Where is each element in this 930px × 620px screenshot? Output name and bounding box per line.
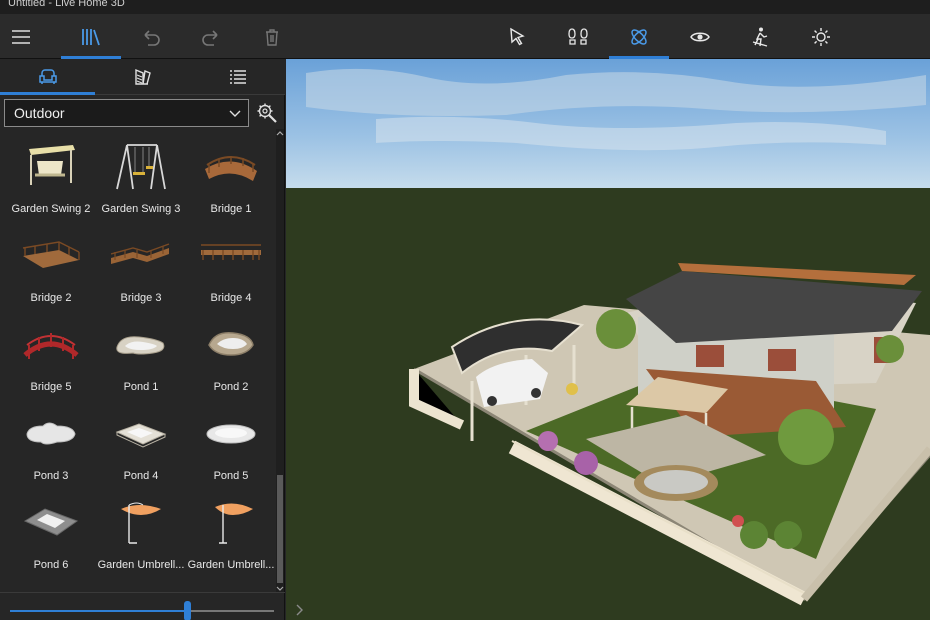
main-toolbar bbox=[0, 14, 930, 59]
list-icon bbox=[229, 70, 246, 84]
stroll-button[interactable] bbox=[730, 14, 790, 59]
library-item[interactable]: Pond 1 bbox=[96, 313, 186, 402]
library-item[interactable]: Bridge 5 bbox=[6, 313, 96, 402]
orbit-icon bbox=[631, 28, 647, 45]
library-button[interactable] bbox=[61, 14, 121, 59]
library-item[interactable]: Pond 5 bbox=[186, 402, 276, 491]
cursor-icon bbox=[510, 27, 525, 45]
palette-icon bbox=[134, 68, 151, 85]
panel-tabs bbox=[0, 59, 285, 95]
title-bar: Untitled - Live Home 3D bbox=[0, 0, 930, 14]
library-item[interactable]: Bridge 4 bbox=[186, 224, 276, 313]
deck-bridge-icon bbox=[22, 241, 80, 268]
library-item[interactable]: Pond 3 bbox=[6, 402, 96, 491]
walk-mode-button[interactable] bbox=[548, 14, 608, 59]
trash-icon bbox=[266, 28, 278, 46]
deck-bridge-icon bbox=[201, 244, 261, 260]
pond-icon bbox=[208, 332, 254, 356]
pond-icon bbox=[23, 508, 79, 536]
swing-frame-icon bbox=[116, 144, 166, 190]
delete-button[interactable] bbox=[242, 14, 302, 59]
slider-fill bbox=[10, 610, 187, 612]
tab-list[interactable] bbox=[190, 59, 285, 95]
tab-materials[interactable] bbox=[95, 59, 190, 95]
category-dropdown[interactable]: Outdoor bbox=[4, 99, 249, 127]
sun-icon bbox=[812, 27, 830, 46]
chevron-right-icon[interactable] bbox=[294, 603, 306, 617]
slider-knob[interactable] bbox=[183, 601, 191, 620]
view-button[interactable] bbox=[670, 14, 730, 59]
chevron-down-icon bbox=[229, 110, 241, 117]
3d-viewport[interactable] bbox=[286, 59, 930, 620]
app-window: Untitled - Live Home 3D Outdoor Garden S… bbox=[0, 0, 930, 620]
bridge-icon bbox=[205, 156, 257, 181]
scrollbar-thumb[interactable] bbox=[277, 475, 283, 583]
armchair-icon bbox=[38, 69, 57, 84]
scroll-up-icon[interactable] bbox=[276, 129, 284, 137]
3d-scene-render bbox=[286, 59, 930, 620]
category-dropdown-value: Outdoor bbox=[14, 105, 65, 121]
redo-icon bbox=[202, 29, 218, 46]
library-item[interactable]: Garden Swing 3 bbox=[96, 135, 186, 224]
eye-icon bbox=[690, 32, 710, 41]
library-scrollbar[interactable] bbox=[276, 129, 284, 593]
pond-icon bbox=[26, 422, 76, 445]
library-item[interactable]: Pond 6 bbox=[6, 491, 96, 580]
undo-button[interactable] bbox=[121, 14, 181, 59]
pond-icon bbox=[206, 424, 256, 444]
library-item[interactable]: Garden Umbrell... bbox=[96, 491, 186, 580]
red-bridge-icon bbox=[23, 333, 79, 359]
window-title: Untitled - Live Home 3D bbox=[8, 0, 125, 9]
library-item[interactable]: Garden Umbrell... bbox=[186, 491, 276, 580]
undo-icon bbox=[144, 29, 160, 46]
umbrella-icon bbox=[121, 502, 161, 544]
library-item[interactable]: Pond 4 bbox=[96, 402, 186, 491]
library-item[interactable]: Pond 2 bbox=[186, 313, 276, 402]
umbrella-icon bbox=[215, 503, 253, 544]
library-item[interactable]: Bridge 2 bbox=[6, 224, 96, 313]
garden-swing-icon bbox=[29, 145, 75, 185]
library-icon bbox=[82, 28, 100, 45]
library-item[interactable]: Bridge 3 bbox=[96, 224, 186, 313]
thumbnail-size-slider[interactable] bbox=[0, 592, 285, 620]
library-item[interactable]: Bridge 1 bbox=[186, 135, 276, 224]
walker-icon bbox=[752, 27, 768, 47]
select-tool-button[interactable] bbox=[487, 14, 547, 59]
pond-icon bbox=[115, 423, 167, 448]
deck-bridge-icon bbox=[111, 243, 170, 264]
library-settings-icon[interactable] bbox=[256, 102, 278, 124]
library-item[interactable]: Garden Swing 2 bbox=[6, 135, 96, 224]
lighting-button[interactable] bbox=[791, 14, 851, 59]
hamburger-icon bbox=[12, 29, 30, 44]
orbit-mode-button[interactable] bbox=[609, 14, 669, 59]
redo-button[interactable] bbox=[181, 14, 241, 59]
tab-objects[interactable] bbox=[0, 59, 95, 95]
menu-button[interactable] bbox=[0, 14, 51, 59]
object-library-grid: Garden Swing 2 Garden Swing 3 Bridge 1 B… bbox=[0, 135, 276, 589]
library-panel: Outdoor Garden Swing 2 Garden Swing 3 Br… bbox=[0, 59, 285, 620]
pond-icon bbox=[116, 336, 165, 355]
footprints-icon bbox=[568, 27, 588, 45]
